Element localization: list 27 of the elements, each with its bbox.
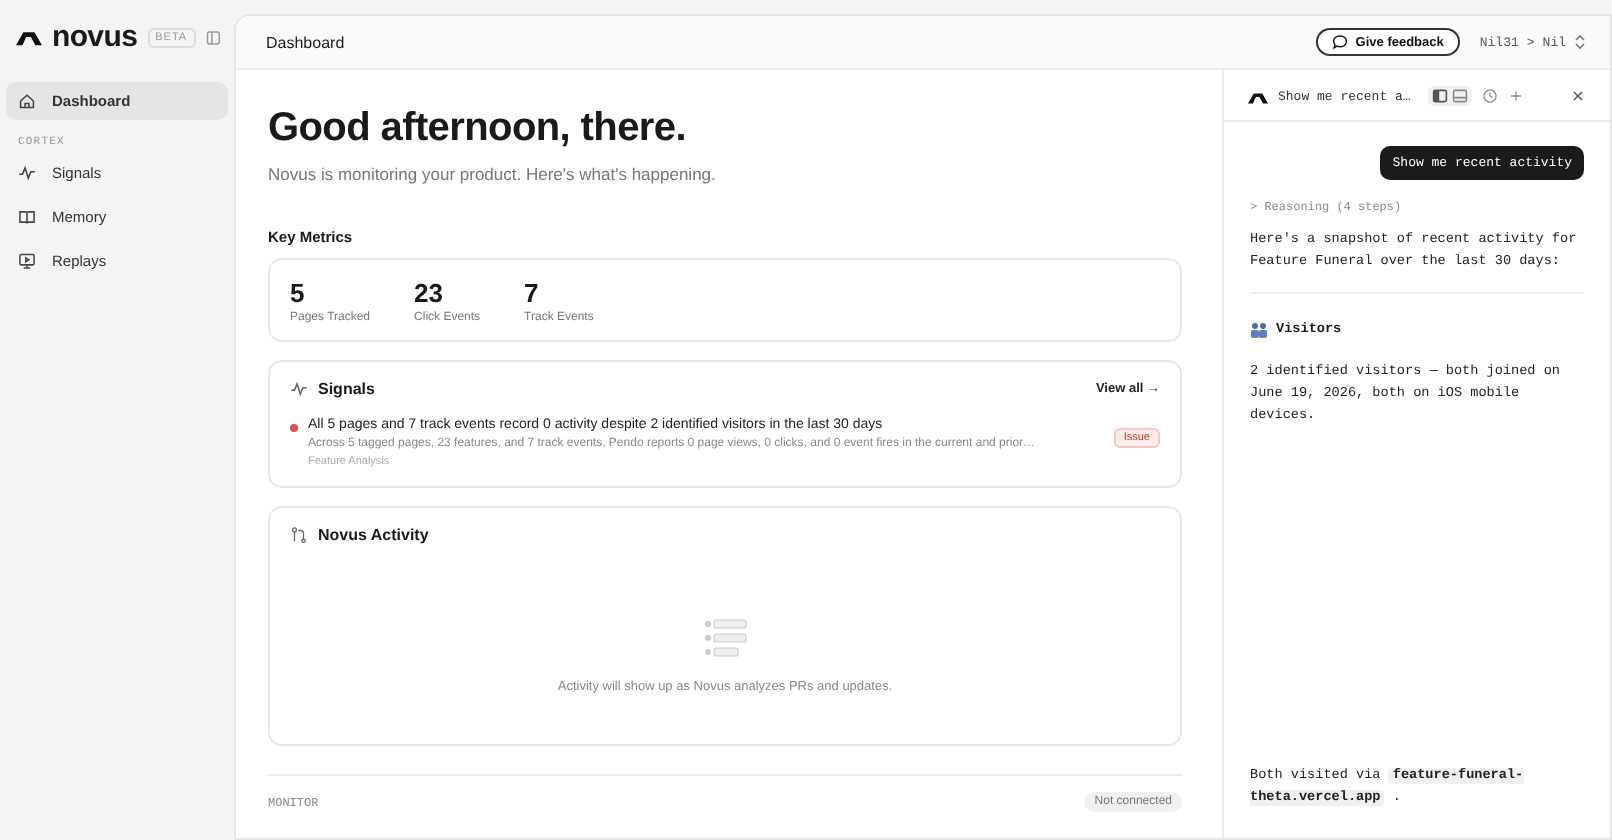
window-layout-icon[interactable] [1452, 88, 1469, 104]
card-title: Novus Activity [318, 526, 429, 544]
chevron-updown-icon[interactable] [1574, 34, 1586, 50]
book-icon [18, 208, 36, 226]
card-title: Signals [318, 380, 375, 398]
greeting-title: Good afternoon, there. [268, 106, 688, 152]
pulse-icon [18, 164, 36, 182]
metric-value: 7 [524, 278, 541, 308]
pull-request-icon [290, 526, 308, 544]
page-title: Dashboard [266, 33, 345, 51]
home-icon [18, 92, 36, 110]
brand-name: novus [51, 20, 138, 54]
metric-value: 23 [414, 278, 445, 308]
logo-icon [1248, 89, 1268, 103]
logo-icon [16, 28, 42, 46]
close-icon[interactable] [1570, 88, 1586, 104]
metric-value: 5 [290, 278, 307, 308]
sidebar-toggle-icon[interactable] [205, 29, 220, 45]
greeting-subtitle: Novus is monitoring your product. Here's what's happening. [268, 164, 718, 184]
history-icon[interactable] [1482, 88, 1499, 104]
sidebar-layout-icon[interactable] [1432, 88, 1449, 104]
people-icon [1250, 322, 1268, 338]
pulse-icon [290, 380, 308, 398]
plus-icon[interactable] [1508, 88, 1525, 104]
screen-icon [18, 252, 36, 270]
list-icon [703, 616, 747, 660]
speech-bubble-icon [1331, 34, 1348, 50]
